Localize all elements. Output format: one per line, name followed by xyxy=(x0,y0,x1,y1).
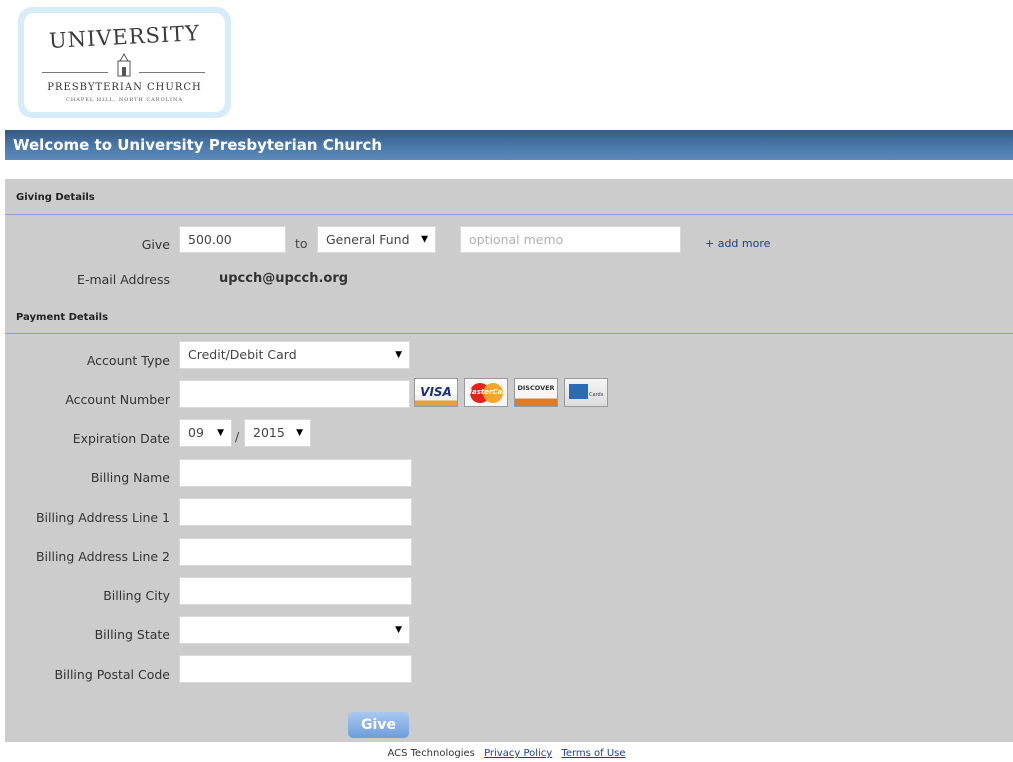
payment-details-title: Payment Details xyxy=(16,312,109,323)
logo-subtitle: PRESBYTERIAN CHURCH xyxy=(47,82,202,93)
amount-input[interactable]: 500.00 xyxy=(179,226,286,253)
logo-title: UNIVERSITY xyxy=(48,21,201,53)
account-number-label: Account Number xyxy=(65,392,170,407)
billing-name-input[interactable] xyxy=(179,459,412,487)
billing-city-input[interactable] xyxy=(179,577,412,605)
chevron-down-icon: ▼ xyxy=(421,234,428,244)
account-type-value: Credit/Debit Card xyxy=(188,347,297,362)
billing-name-label: Billing Name xyxy=(90,470,170,485)
account-type-label: Account Type xyxy=(86,353,170,368)
expiration-label: Expiration Date xyxy=(72,431,170,446)
giving-form-panel: Giving Details Give 500.00 to General Fu… xyxy=(5,179,1013,742)
expiration-year-select[interactable]: 2015 ▼ xyxy=(244,419,311,447)
give-button[interactable]: Give xyxy=(348,712,409,738)
billing-postal-label: Billing Postal Code xyxy=(54,667,170,682)
visa-icon: VISA xyxy=(414,378,458,407)
give-label: Give xyxy=(141,237,170,252)
billing-state-label: Billing State xyxy=(94,627,170,642)
amex-icon: Cards xyxy=(564,378,608,407)
fund-select-value: General Fund xyxy=(326,232,410,247)
chevron-down-icon: ▼ xyxy=(395,625,402,635)
billing-address2-label: Billing Address Line 2 xyxy=(35,549,170,564)
chapel-icon xyxy=(117,53,131,77)
footer: ACS Technologies Privacy Policy Terms of… xyxy=(0,748,1013,759)
exp-month-value: 09 xyxy=(188,425,204,440)
exp-year-value: 2015 xyxy=(253,425,285,440)
discover-icon: DISCOVER xyxy=(514,378,558,407)
memo-input[interactable]: optional memo xyxy=(460,226,681,253)
fund-select[interactable]: General Fund ▼ xyxy=(317,226,436,253)
memo-placeholder: optional memo xyxy=(469,232,564,247)
welcome-banner: Welcome to University Presbyterian Churc… xyxy=(5,130,1013,160)
section-divider xyxy=(5,333,1013,334)
logo-location: CHAPEL HILL, NORTH CAROLINA xyxy=(66,97,183,103)
billing-state-select[interactable]: ▼ xyxy=(179,616,410,644)
chevron-down-icon: ▼ xyxy=(296,428,303,438)
billing-postal-input[interactable] xyxy=(179,655,412,683)
accepted-cards: VISA MasterCard DISCOVER Cards xyxy=(414,378,608,408)
account-number-input[interactable] xyxy=(179,380,410,408)
giving-details-title: Giving Details xyxy=(16,192,95,203)
expiration-separator: / xyxy=(235,429,240,444)
billing-address1-label: Billing Address Line 1 xyxy=(35,510,170,525)
account-type-select[interactable]: Credit/Debit Card ▼ xyxy=(179,341,410,369)
footer-company: ACS Technologies xyxy=(387,748,475,759)
church-logo: UNIVERSITY PRESBYTERIAN CHURCH CHAPEL HI… xyxy=(18,7,231,118)
logo-divider-left xyxy=(42,72,108,73)
expiration-month-select[interactable]: 09 ▼ xyxy=(179,419,232,447)
logo-divider-right xyxy=(139,72,205,73)
terms-of-use-link[interactable]: Terms of Use xyxy=(561,748,625,759)
billing-city-label: Billing City xyxy=(103,588,170,603)
chevron-down-icon: ▼ xyxy=(395,350,402,360)
mastercard-icon: MasterCard xyxy=(464,378,508,407)
section-divider xyxy=(5,214,1013,215)
add-more-link[interactable]: + add more xyxy=(705,237,770,250)
to-label: to xyxy=(295,236,308,251)
billing-address2-input[interactable] xyxy=(179,538,412,566)
billing-address1-input[interactable] xyxy=(179,498,412,526)
email-label: E-mail Address xyxy=(77,272,170,287)
email-value: upcch@upcch.org xyxy=(219,271,349,286)
privacy-policy-link[interactable]: Privacy Policy xyxy=(484,748,552,759)
chevron-down-icon: ▼ xyxy=(217,428,224,438)
